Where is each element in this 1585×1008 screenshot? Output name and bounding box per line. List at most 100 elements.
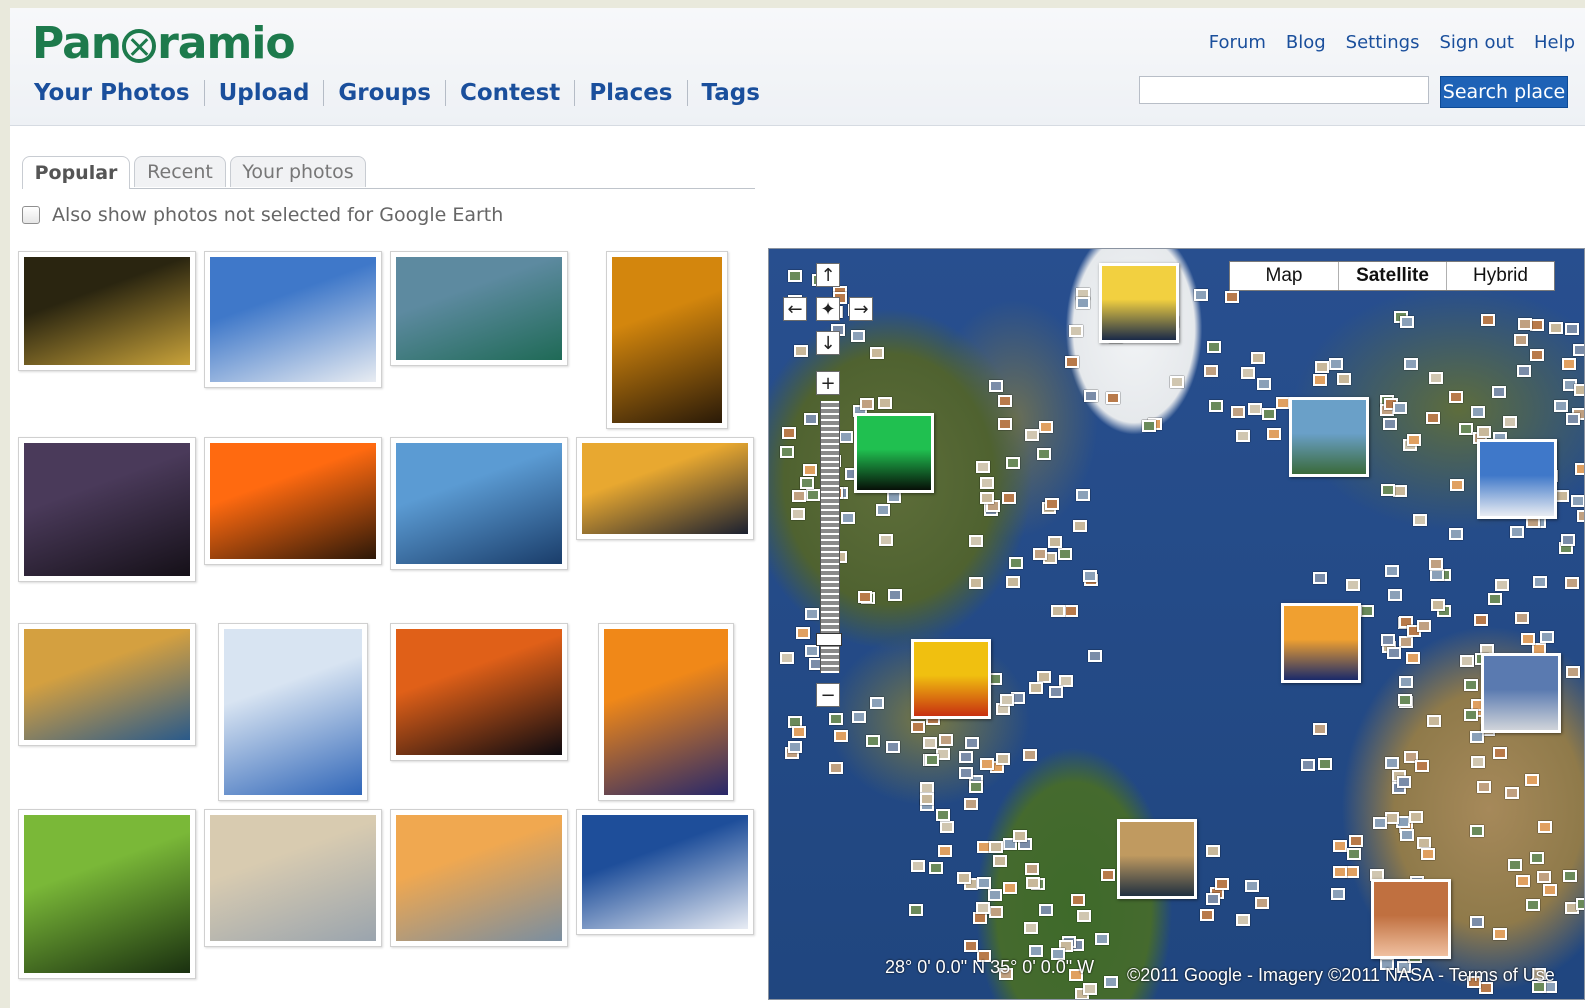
map-photo-marker[interactable]	[1530, 319, 1544, 331]
map-photo-marker[interactable]	[1429, 372, 1443, 384]
map-photo-marker[interactable]	[866, 735, 880, 747]
map-photo-marker[interactable]	[959, 751, 973, 763]
map-photo-marker[interactable]	[969, 535, 983, 547]
map-photo-marker[interactable]	[1565, 577, 1579, 589]
map-photo-marker[interactable]	[879, 534, 893, 546]
photo-thumbnail[interactable]	[606, 251, 728, 429]
map-photo-marker[interactable]	[1346, 579, 1360, 591]
map-photo-marker[interactable]	[1471, 756, 1485, 768]
map-photo-marker[interactable]	[1421, 848, 1435, 860]
map-photo-marker[interactable]	[1337, 373, 1351, 385]
map-photo-marker[interactable]	[1566, 666, 1580, 678]
map-photo-marker[interactable]	[1333, 866, 1347, 878]
photo-thumbnail[interactable]	[576, 809, 754, 935]
map-type-map-button[interactable]: Map	[1230, 262, 1338, 290]
map-photo-marker[interactable]	[839, 431, 853, 443]
map-photo-marker[interactable]	[964, 940, 978, 952]
map-photo-marker[interactable]	[996, 753, 1010, 765]
map-photo-marker[interactable]	[1495, 579, 1509, 591]
photo-thumbnail[interactable]	[598, 623, 734, 801]
map-photo-marker[interactable]	[1013, 830, 1027, 842]
help-link[interactable]: Help	[1534, 32, 1575, 53]
map-photo-marker[interactable]	[870, 697, 884, 709]
map-photo-marker[interactable]	[1255, 897, 1269, 909]
map-photo-marker[interactable]	[1039, 904, 1053, 916]
map-photo-marker[interactable]	[1426, 412, 1440, 424]
map-photo-marker[interactable]	[993, 855, 1007, 867]
map-photo-marker[interactable]	[1399, 636, 1413, 648]
blog-link[interactable]: Blog	[1286, 32, 1326, 53]
map-photo-marker[interactable]	[989, 380, 1003, 392]
map-photo-marker[interactable]	[792, 490, 806, 502]
map-photo-marker[interactable]	[1083, 570, 1097, 582]
pan-down-control[interactable]: ↓	[816, 331, 840, 355]
map-photo-marker[interactable]	[1399, 676, 1413, 688]
map-photo-marker[interactable]	[1464, 709, 1478, 721]
map-photo-marker[interactable]	[1429, 558, 1443, 570]
map-photo-marker[interactable]	[805, 608, 819, 620]
photo-thumbnail[interactable]	[204, 437, 382, 565]
map-photo-marker[interactable]	[1538, 821, 1552, 833]
map-photo-marker[interactable]	[1058, 548, 1072, 560]
map-photo-marker[interactable]	[1276, 397, 1290, 409]
tab-your-photos[interactable]: Your photos	[230, 156, 366, 187]
map-photo-marker[interactable]	[1313, 374, 1327, 386]
nav-contest[interactable]: Contest	[460, 80, 560, 106]
map-photo-marker[interactable]	[1076, 297, 1090, 309]
map-photo-marker[interactable]	[976, 902, 990, 914]
map-photo-marker[interactable]	[1413, 514, 1427, 526]
map-photo-marker[interactable]	[788, 741, 802, 753]
map-photo-marker[interactable]	[1514, 334, 1528, 346]
photo-thumbnail[interactable]	[390, 251, 568, 366]
map-photo-marker[interactable]	[1565, 323, 1579, 335]
forum-link[interactable]: Forum	[1209, 32, 1266, 53]
map-photo-marker[interactable]	[969, 781, 983, 793]
map-photo-marker[interactable]	[1530, 852, 1544, 864]
map-photo-marker[interactable]	[1450, 479, 1464, 491]
map-photo-marker[interactable]	[1477, 426, 1491, 438]
map-photo-marker[interactable]	[1415, 760, 1429, 772]
map-photo-marker[interactable]	[804, 413, 818, 425]
map-photo-marker[interactable]	[1251, 352, 1265, 364]
map-photo-marker[interactable]	[1387, 647, 1401, 659]
map-photo-marker[interactable]	[988, 889, 1002, 901]
map-photo-marker[interactable]	[1381, 634, 1395, 646]
map-photo-marker[interactable]	[1449, 528, 1463, 540]
map-photo-marker[interactable]	[858, 591, 872, 603]
map-featured-photo[interactable]	[1099, 263, 1179, 343]
map-photo-marker[interactable]	[1530, 349, 1544, 361]
zoom-slider-handle[interactable]	[816, 633, 842, 646]
map-photo-marker[interactable]	[1409, 811, 1423, 823]
map-photo-marker[interactable]	[1000, 694, 1014, 706]
map-type-hybrid-button[interactable]: Hybrid	[1446, 262, 1554, 290]
map-photo-marker[interactable]	[841, 512, 855, 524]
map-photo-marker[interactable]	[803, 464, 817, 476]
map-photo-marker[interactable]	[852, 711, 866, 723]
map-photo-marker[interactable]	[1170, 376, 1184, 388]
photo-thumbnail[interactable]	[18, 251, 196, 371]
map-photo-marker[interactable]	[1563, 870, 1577, 882]
google-earth-checkbox[interactable]	[22, 206, 40, 224]
map-photo-marker[interactable]	[1508, 859, 1522, 871]
map-photo-marker[interactable]	[1262, 408, 1276, 420]
map-photo-marker[interactable]	[829, 713, 843, 725]
map-photo-marker[interactable]	[1065, 356, 1079, 368]
map-photo-marker[interactable]	[1460, 655, 1474, 667]
nav-groups[interactable]: Groups	[338, 80, 431, 106]
map-photo-marker[interactable]	[1533, 576, 1547, 588]
map-photo-marker[interactable]	[1493, 747, 1507, 759]
map-photo-marker[interactable]	[1206, 893, 1220, 905]
map-photo-marker[interactable]	[1215, 878, 1229, 890]
map-photo-marker[interactable]	[1549, 322, 1563, 334]
map-photo-marker[interactable]	[964, 798, 978, 810]
map-photo-marker[interactable]	[1037, 448, 1051, 460]
map-photo-marker[interactable]	[1404, 358, 1418, 370]
map-photo-marker[interactable]	[1331, 888, 1345, 900]
map-photo-marker[interactable]	[939, 734, 953, 746]
map-photo-marker[interactable]	[791, 508, 805, 520]
map-featured-photo[interactable]	[1289, 397, 1369, 477]
map-photo-marker[interactable]	[1025, 863, 1039, 875]
map-photo-marker[interactable]	[1431, 599, 1445, 611]
map-photo-marker[interactable]	[1400, 316, 1414, 328]
map-photo-marker[interactable]	[1555, 490, 1569, 502]
